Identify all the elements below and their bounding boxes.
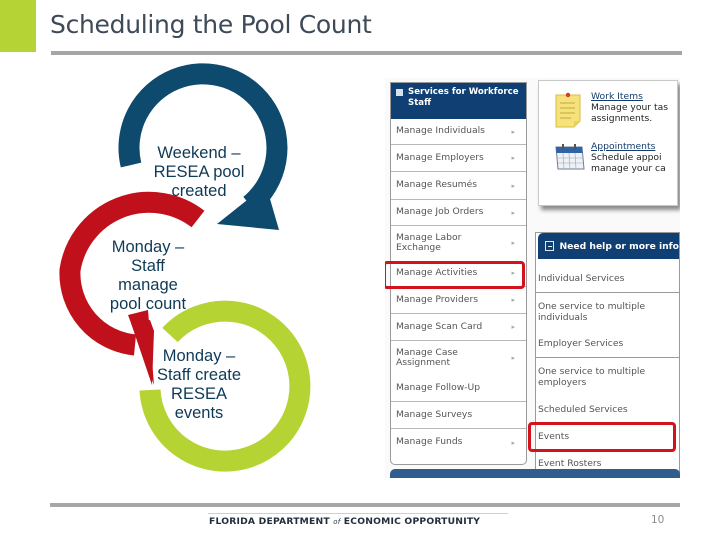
page-number: 10 (651, 514, 665, 526)
sticky-note-icon (555, 92, 581, 128)
footer-divider (180, 503, 680, 507)
quick-links-card: Work Items Manage your tas assignments. … (538, 80, 678, 206)
menu-item-manage-follow-up[interactable]: Manage Follow-Up (391, 375, 526, 402)
menu-item-manage-job-orders[interactable]: Manage Job Orders ▸ (391, 199, 526, 226)
slide-title: Scheduling the Pool Count (50, 10, 372, 39)
staff-menu-header[interactable]: Services for Workforce Staff (391, 83, 526, 119)
menu-item-manage-case-assignment[interactable]: Manage Case Assignment ▸ (391, 341, 526, 375)
highlight-manage-activities (385, 261, 525, 289)
menu-item-manage-providers[interactable]: Manage Providers ▸ (391, 287, 526, 314)
cycle-step-monday-create: Monday – Staff create RESEA events (156, 347, 242, 422)
chevron-right-icon: ▸ (511, 322, 515, 331)
footer-org-logo: FLORIDA DEPARTMENT of ECONOMIC OPPORTUNI… (209, 516, 481, 527)
help-item-one-service-multiple-employers[interactable]: One service to multiple employers (536, 358, 679, 397)
menu-item-manage-funds[interactable]: Manage Funds ▸ (391, 429, 526, 456)
cycle-step-weekend: Weekend – RESEA pool created (153, 144, 245, 200)
chevron-right-icon: ▸ (511, 208, 515, 217)
help-panel-header[interactable]: Need help or more info (538, 233, 679, 259)
quick-link-appointments[interactable]: Appointments Schedule appoi manage your … (553, 141, 666, 175)
chevron-right-icon: ▸ (511, 295, 515, 304)
chevron-right-icon: ▸ (511, 181, 515, 190)
chevron-right-icon: ▸ (511, 153, 515, 162)
app-screenshot: Services for Workforce Staff Manage Indi… (385, 78, 680, 478)
collapse-icon[interactable] (545, 241, 555, 251)
help-item-scheduled-services[interactable]: Scheduled Services (536, 397, 679, 423)
menu-item-manage-individuals[interactable]: Manage Individuals ▸ (391, 119, 526, 145)
help-item-employer-services[interactable]: Employer Services (536, 332, 679, 358)
calendar-icon (555, 144, 585, 170)
help-item-one-service-multiple-individuals[interactable]: One service to multiple individuals (536, 293, 679, 332)
footer-logo-rule (208, 513, 508, 514)
chevron-right-icon: ▸ (511, 353, 515, 362)
menu-item-manage-labor-exchange[interactable]: Manage Labor Exchange ▸ (391, 226, 526, 260)
chevron-right-icon: ▸ (511, 238, 515, 247)
title-accent-bar (0, 0, 36, 52)
menu-item-manage-surveys[interactable]: Manage Surveys (391, 402, 526, 429)
chevron-right-icon: ▸ (511, 127, 515, 136)
collapse-icon[interactable] (396, 89, 403, 96)
collapsed-panel-bar (390, 469, 680, 478)
chevron-right-icon: ▸ (511, 438, 515, 447)
cycle-diagram: Weekend – RESEA pool created Monday – St… (0, 60, 330, 480)
menu-item-manage-scan-card[interactable]: Manage Scan Card ▸ (391, 314, 526, 341)
quick-link-work-items[interactable]: Work Items Manage your tas assignments. (553, 91, 668, 129)
menu-item-manage-employers[interactable]: Manage Employers ▸ (391, 145, 526, 172)
highlight-events (528, 422, 676, 452)
title-divider (51, 51, 682, 55)
cycle-step-monday-manage: Monday – Staff manage pool count (109, 238, 187, 313)
menu-item-manage-resumes[interactable]: Manage Resumés ▸ (391, 172, 526, 199)
help-item-individual-services[interactable]: Individual Services (536, 267, 679, 293)
